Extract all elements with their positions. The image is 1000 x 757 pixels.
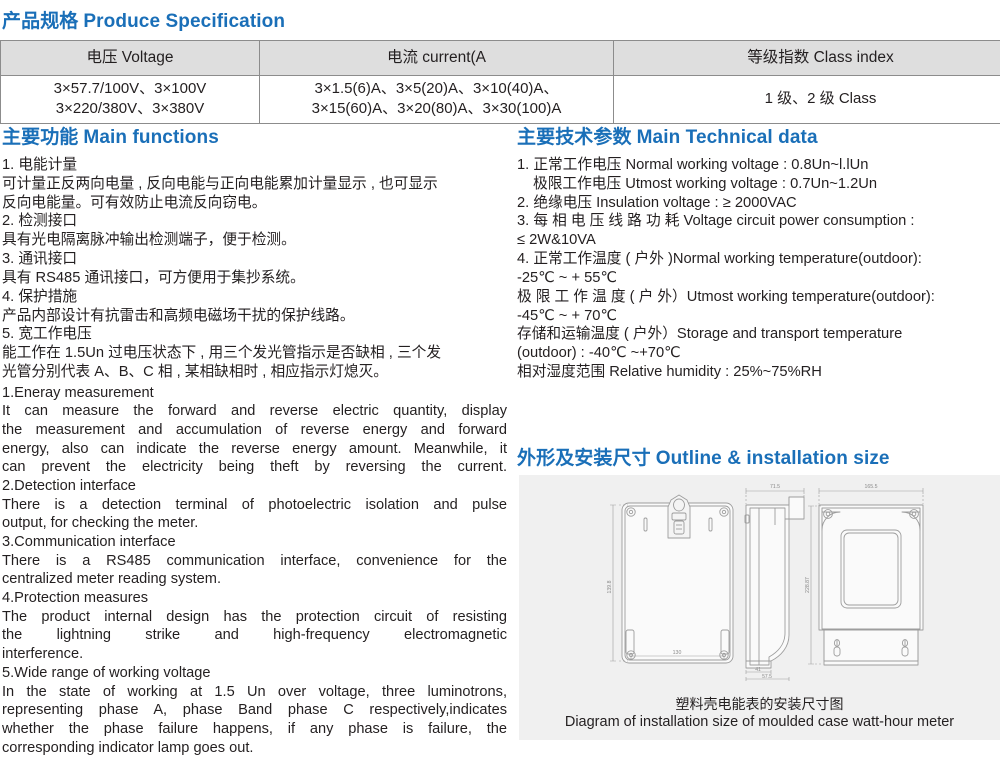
cn-line: 5. 宽工作电压 bbox=[2, 325, 507, 344]
cn-line: 2. 检测接口 bbox=[2, 212, 507, 231]
current-line-2: 3×15(60)A、3×20(80)A、3×30(100)A bbox=[264, 99, 609, 119]
en-line: interference. bbox=[2, 645, 507, 664]
en-line: 5.Wide range of working voltage bbox=[2, 664, 507, 683]
table-row: 3×57.7/100V、3×100V 3×220/380V、3×380V 3×1… bbox=[1, 76, 1000, 124]
current-line-1: 3×1.5(6)A、3×5(20)A、3×10(40)A、 bbox=[264, 79, 609, 99]
caption-cn-text: 塑料壳电能表的安装尺寸图 bbox=[519, 695, 1000, 713]
table-header-row: 电压 Voltage 电流 current(A 等级指数 Class index bbox=[1, 41, 1000, 76]
table-header-voltage: 电压 Voltage bbox=[1, 41, 260, 76]
drawing-back-view bbox=[819, 505, 923, 665]
caption-en-text: Diagram of installation size of moulded … bbox=[519, 713, 1000, 732]
dimension-label-front-height: 139.8 bbox=[607, 580, 613, 593]
table-header-current: 电流 current(A bbox=[260, 41, 614, 76]
en-line: output, for checking the meter. bbox=[2, 514, 507, 533]
tech-line: (outdoor) : -40℃ ~+70℃ bbox=[517, 344, 1000, 363]
heading-cn-text: 外形及安装尺寸 bbox=[517, 448, 651, 469]
table-header-class-index: 等级指数 Class index bbox=[614, 41, 1000, 76]
en-line: the lightning strike and high-frequency … bbox=[2, 626, 507, 645]
meter-technical-drawing: 139.8 130 bbox=[519, 475, 1000, 687]
tech-line: 1. 正常工作电压 Normal working voltage : 0.8Un… bbox=[517, 156, 1000, 175]
table-cell-class-index: 1 级、2 级 Class bbox=[614, 76, 1000, 124]
cn-line: 可计量正反两向电量 , 反向电能与正向电能累加计量显示 , 也可显示 bbox=[2, 175, 507, 194]
outline-installation-heading: 外形及安装尺寸Outline & installation size bbox=[517, 443, 890, 470]
en-line: centralized meter reading system. bbox=[2, 570, 507, 589]
tech-line: ≤ 2W&10VA bbox=[517, 231, 1000, 250]
heading-cn-text: 主要功能 bbox=[2, 127, 78, 148]
table-cell-current: 3×1.5(6)A、3×5(20)A、3×10(40)A、 3×15(60)A、… bbox=[260, 76, 614, 124]
produce-specification-heading: 产品规格Produce Specification bbox=[2, 6, 285, 33]
cn-line: 具有 RS485 通讯接口，可方便用于集抄系统。 bbox=[2, 269, 507, 288]
en-line: the measurement and accumulation of reve… bbox=[2, 421, 507, 440]
voltage-line-2: 3×220/380V、3×380V bbox=[5, 99, 255, 119]
main-functions-heading: 主要功能Main functions bbox=[2, 122, 507, 149]
dimension-back-width bbox=[819, 488, 923, 504]
en-line: energy, also can indicate the reverse en… bbox=[2, 440, 507, 459]
en-line: corresponding indicator lamp goes out. bbox=[2, 739, 507, 757]
drawing-front-view bbox=[622, 495, 733, 663]
technical-data-heading: 主要技术参数Main Technical data bbox=[517, 122, 1000, 149]
heading-en-text: Main Technical data bbox=[632, 127, 818, 148]
main-functions-chinese-text: 1. 电能计量 可计量正反两向电量 , 反向电能与正向电能累加计量显示 , 也可… bbox=[2, 156, 507, 382]
heading-cn-text: 产品规格 bbox=[2, 11, 78, 32]
tech-line: 4. 正常工作温度 ( 户外 )Normal working temperatu… bbox=[517, 250, 1000, 269]
cn-line: 具有光电隔离脉冲输出检测端子，便于检测。 bbox=[2, 231, 507, 250]
cn-line: 能工作在 1.5Un 过电压状态下 , 用三个发光管指示是否缺相 , 三个发 bbox=[2, 344, 507, 363]
en-line: There is a RS485 communication interface… bbox=[2, 552, 507, 571]
en-line: 1.Eneray measurement bbox=[2, 384, 507, 403]
cn-line: 1. 电能计量 bbox=[2, 156, 507, 175]
dimension-label-front-width: 130 bbox=[673, 650, 682, 656]
main-functions-english-text: 1.Eneray measurement It can measure the … bbox=[2, 384, 507, 757]
tech-line: 3. 每 相 电 压 线 路 功 耗 Voltage circuit power… bbox=[517, 212, 1000, 231]
en-line: 3.Communication interface bbox=[2, 533, 507, 552]
heading-en-text: Produce Specification bbox=[78, 11, 285, 32]
dimension-label-side-bottom-a: 41 bbox=[755, 667, 761, 673]
cn-line: 反向电能量。可有效防止电流反向窃电。 bbox=[2, 194, 507, 213]
dimension-label-side-width: 71.5 bbox=[770, 484, 780, 490]
en-line: In the state of working at 1.5 Un over v… bbox=[2, 683, 507, 702]
en-line: 4.Protection measures bbox=[2, 589, 507, 608]
technical-data-text: 1. 正常工作电压 Normal working voltage : 0.8Un… bbox=[517, 156, 1000, 382]
main-functions-column: 主要功能Main functions 1. 电能计量 可计量正反两向电量 , 反… bbox=[2, 122, 507, 757]
heading-en-text: Main functions bbox=[78, 127, 218, 148]
en-line: whether the phase failure happens, if an… bbox=[2, 720, 507, 739]
cn-line: 4. 保护措施 bbox=[2, 288, 507, 307]
dimension-label-back-width: 165.5 bbox=[865, 484, 878, 490]
en-line: 2.Detection interface bbox=[2, 477, 507, 496]
en-line: can prevent the electricity being theft … bbox=[2, 458, 507, 477]
dimension-label-side-bottom-b: 57.5 bbox=[762, 674, 772, 680]
en-line: There is a detection terminal of photoel… bbox=[2, 496, 507, 515]
specification-table: 电压 Voltage 电流 current(A 等级指数 Class index… bbox=[0, 40, 1000, 124]
en-line: The product internal design has the prot… bbox=[2, 608, 507, 627]
cn-line: 光管分别代表 A、B、C 相 , 某相缺相时 , 相应指示灯熄灭。 bbox=[2, 363, 507, 382]
voltage-line-1: 3×57.7/100V、3×100V bbox=[5, 79, 255, 99]
tech-line: 存储和运输温度 ( 户外）Storage and transport tempe… bbox=[517, 325, 1000, 344]
tech-line: 极 限 工 作 温 度 ( 户 外）Utmost working tempera… bbox=[517, 288, 1000, 307]
table-cell-voltage: 3×57.7/100V、3×100V 3×220/380V、3×380V bbox=[1, 76, 260, 124]
class-index-line-1: 1 级、2 级 Class bbox=[618, 89, 1000, 109]
tech-line: -45℃ ~ + 70℃ bbox=[517, 307, 1000, 326]
technical-data-column: 主要技术参数Main Technical data 1. 正常工作电压 Norm… bbox=[517, 122, 1000, 382]
cn-line: 产品内部设计有抗雷击和高频电磁场干扰的保护线路。 bbox=[2, 307, 507, 326]
heading-en-text: Outline & installation size bbox=[651, 448, 890, 469]
tech-line: -25℃ ~ + 55℃ bbox=[517, 269, 1000, 288]
product-spec-page: 产品规格Produce Specification 电压 Voltage 电流 … bbox=[0, 0, 1000, 740]
en-line: representing phase A, phase Band phase C… bbox=[2, 701, 507, 720]
tech-line: 2. 绝缘电压 Insulation voltage : ≥ 2000VAC bbox=[517, 194, 1000, 213]
drawing-side-view bbox=[745, 497, 804, 668]
cn-line: 3. 通讯接口 bbox=[2, 250, 507, 269]
installation-diagram-panel: 139.8 130 bbox=[519, 475, 1000, 740]
heading-cn-text: 主要技术参数 bbox=[517, 127, 632, 148]
tech-line: 极限工作电压 Utmost working voltage : 0.7Un~1.… bbox=[517, 175, 1000, 194]
diagram-caption: 塑料壳电能表的安装尺寸图 Diagram of installation siz… bbox=[519, 695, 1000, 732]
dimension-label-back-height: 228.87 bbox=[805, 577, 811, 593]
en-line: It can measure the forward and reverse e… bbox=[2, 402, 507, 421]
tech-line: 相对湿度范围 Relative humidity : 25%~75%RH bbox=[517, 363, 1000, 382]
